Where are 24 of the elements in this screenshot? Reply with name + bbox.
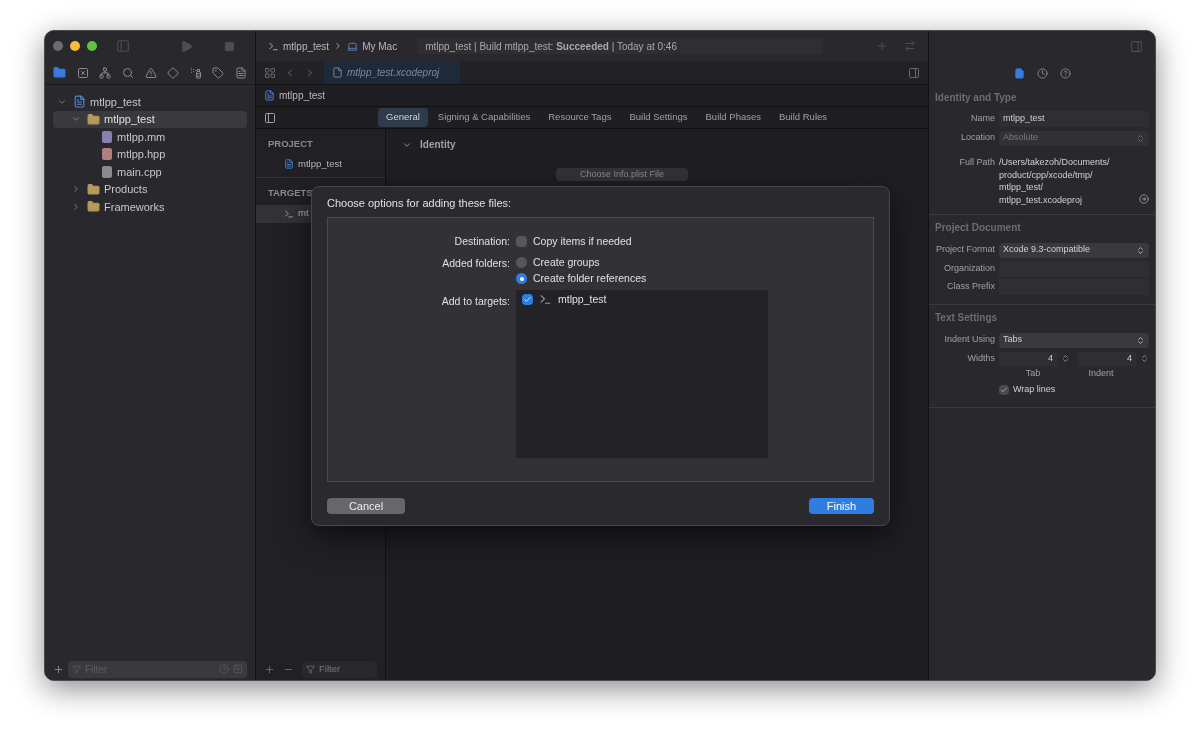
section-title: Text Settings <box>935 311 999 325</box>
section-title: Project Document <box>935 221 1022 235</box>
radio-label: Create folder references <box>533 270 647 286</box>
field-caption: Tab <box>1024 367 1042 380</box>
field-label: Location <box>959 131 995 145</box>
field-label: Name <box>970 112 995 126</box>
option-label: Destination: <box>453 233 510 249</box>
field-label: Full Path <box>958 156 995 169</box>
section-title: Identity and Type <box>935 91 1018 105</box>
target-name: mtlpp_test <box>558 291 607 307</box>
field-label: Project Format <box>935 243 995 257</box>
field-label: Class Prefix <box>946 280 995 294</box>
field-label: Indent Using <box>943 333 995 347</box>
checkbox-label: Wrap lines <box>1013 382 1056 396</box>
path-text: /Users/takezoh/Documents/ product/cpp/xcode/tmp/ mtlpp_test/ mtlpp_test.xcodeproj <box>999 156 1110 206</box>
radio-label: Create groups <box>533 254 600 270</box>
field-label: Organization <box>942 262 995 276</box>
field-label: Widths <box>966 351 995 365</box>
checkbox-label: Copy items if needed <box>533 233 632 249</box>
option-label: Add to targets: <box>440 293 510 309</box>
activity-status: mtlpp_test | Build mtlpp_test: Succeeded | Today at 0:46 <box>417 38 824 54</box>
option-label: Added folders: <box>441 255 510 271</box>
section-header: PROJECT <box>267 137 314 151</box>
field-caption: Indent <box>1087 367 1115 380</box>
